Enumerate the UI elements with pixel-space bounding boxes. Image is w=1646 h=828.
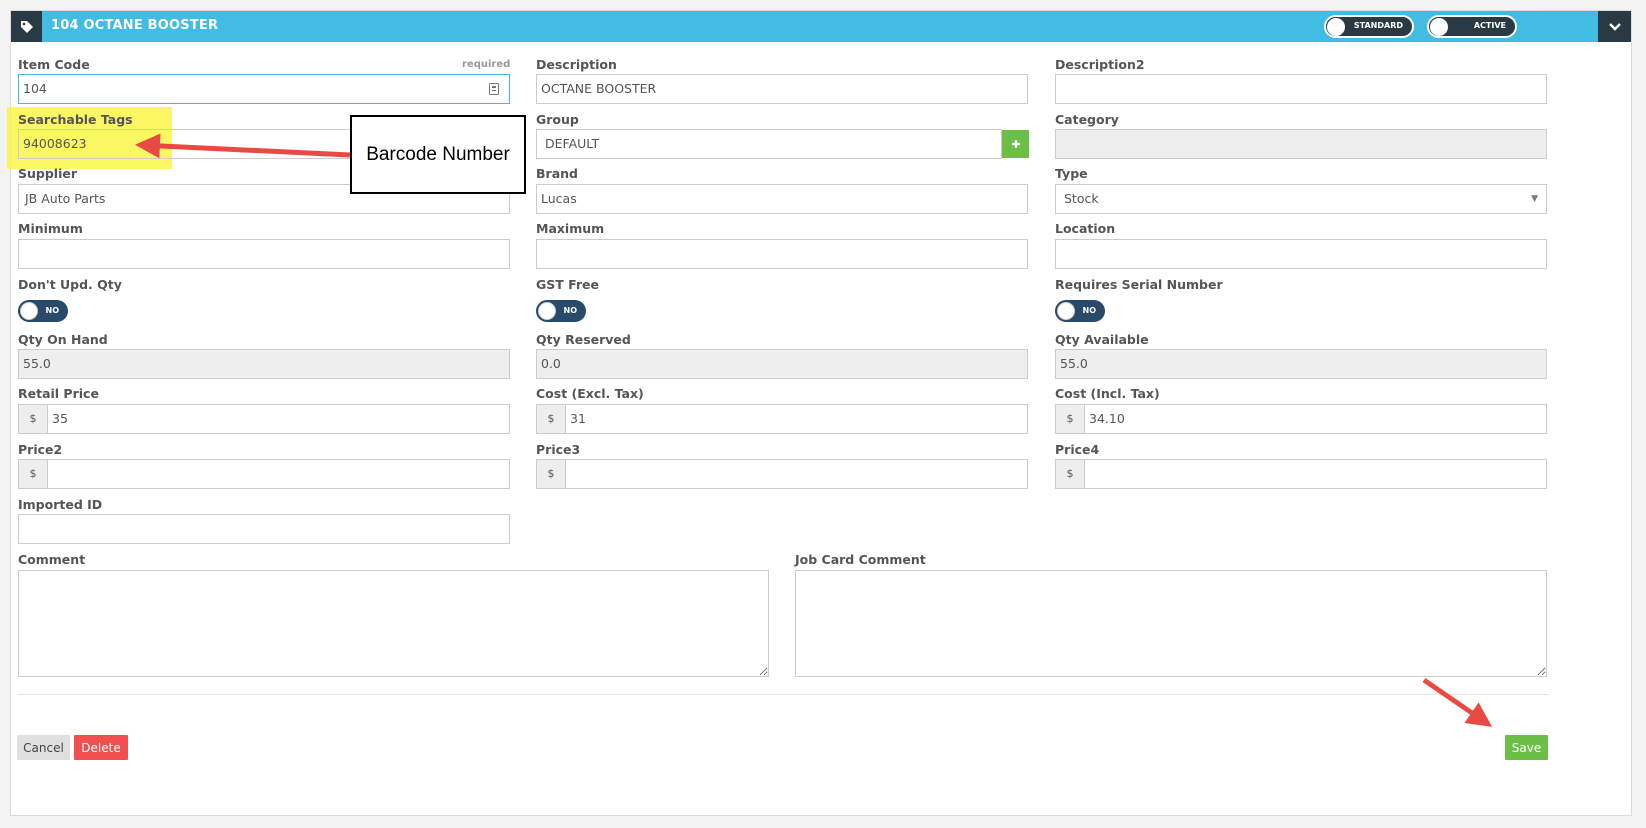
comment-label: Comment [18, 552, 86, 567]
tag-icon [11, 11, 42, 42]
job-card-comment-textarea[interactable] [795, 570, 1547, 677]
required-hint: required [462, 59, 511, 70]
type-label: Type [1055, 166, 1088, 181]
add-group-button[interactable] [1002, 130, 1029, 158]
active-toggle[interactable]: ACTIVE [1427, 15, 1517, 38]
description2-input[interactable] [1055, 74, 1547, 104]
id-card-icon [489, 83, 499, 95]
dont-upd-qty-toggle[interactable]: NO [18, 300, 68, 322]
price2-label: Price2 [18, 442, 63, 457]
currency-addon: $ [1055, 459, 1085, 489]
caret-down-icon: ▼ [1531, 194, 1538, 204]
standard-toggle[interactable]: STANDARD [1324, 15, 1414, 38]
location-input[interactable] [1055, 239, 1547, 269]
group-input[interactable]: DEFAULT [536, 129, 1002, 159]
delete-button[interactable]: Delete [74, 735, 128, 760]
imported-id-label: Imported ID [18, 497, 103, 512]
comment-textarea[interactable] [18, 570, 769, 677]
price3-label: Price3 [536, 442, 581, 457]
searchable-tags-label: Searchable Tags [18, 112, 133, 127]
qty-reserved-value: 0.0 [536, 349, 1028, 379]
qty-on-hand-label: Qty On Hand [18, 332, 108, 347]
cost-excl-input[interactable]: 31 [565, 404, 1028, 434]
collapse-button[interactable] [1598, 11, 1631, 42]
cancel-button[interactable]: Cancel [17, 735, 70, 760]
location-label: Location [1055, 221, 1116, 236]
qty-on-hand-value: 55.0 [18, 349, 510, 379]
brand-input[interactable]: Lucas [536, 184, 1028, 214]
chevron-down-icon [1608, 22, 1621, 31]
cost-excl-label: Cost (Excl. Tax) [536, 386, 644, 401]
dont-upd-qty-label: Don't Upd. Qty [18, 277, 122, 292]
currency-addon: $ [536, 459, 566, 489]
plus-icon [1011, 140, 1020, 148]
cost-incl-label: Cost (Incl. Tax) [1055, 386, 1160, 401]
gst-free-label: GST Free [536, 277, 600, 292]
maximum-label: Maximum [536, 221, 605, 236]
category-input[interactable] [1055, 129, 1547, 159]
price3-input[interactable] [565, 459, 1028, 489]
price2-input[interactable] [47, 459, 510, 489]
requires-serial-toggle[interactable]: NO [1055, 300, 1105, 322]
qty-reserved-label: Qty Reserved [536, 332, 631, 347]
item-code-label: Item Code [18, 57, 90, 72]
brand-label: Brand [536, 166, 578, 181]
qty-available-value: 55.0 [1055, 349, 1547, 379]
job-card-comment-label: Job Card Comment [795, 552, 926, 567]
minimum-input[interactable] [18, 239, 510, 269]
requires-serial-label: Requires Serial Number [1055, 277, 1223, 292]
retail-price-input[interactable]: 35 [47, 404, 510, 434]
item-code-input[interactable]: 104 [18, 74, 510, 104]
panel-header: 104 OCTANE BOOSTER STANDARD ACTIVE [11, 11, 1631, 42]
barcode-callout: Barcode Number [350, 115, 526, 194]
currency-addon: $ [1055, 404, 1085, 434]
minimum-label: Minimum [18, 221, 83, 236]
price4-input[interactable] [1084, 459, 1547, 489]
description-input[interactable]: OCTANE BOOSTER [536, 74, 1028, 104]
item-title: 104 OCTANE BOOSTER [51, 18, 219, 33]
retail-price-label: Retail Price [18, 386, 99, 401]
price4-label: Price4 [1055, 442, 1100, 457]
save-button[interactable]: Save [1505, 735, 1548, 760]
form-divider [18, 694, 1548, 695]
cost-incl-input[interactable]: 34.10 [1084, 404, 1547, 434]
currency-addon: $ [18, 404, 48, 434]
group-label: Group [536, 112, 579, 127]
description2-label: Description2 [1055, 57, 1145, 72]
gst-free-toggle[interactable]: NO [536, 300, 586, 322]
category-label: Category [1055, 112, 1119, 127]
description-label: Description [536, 57, 617, 72]
type-select[interactable]: Stock ▼ [1055, 184, 1547, 214]
currency-addon: $ [18, 459, 48, 489]
maximum-input[interactable] [536, 239, 1028, 269]
currency-addon: $ [536, 404, 566, 434]
qty-available-label: Qty Available [1055, 332, 1149, 347]
supplier-label: Supplier [18, 166, 78, 181]
imported-id-input[interactable] [18, 514, 510, 544]
